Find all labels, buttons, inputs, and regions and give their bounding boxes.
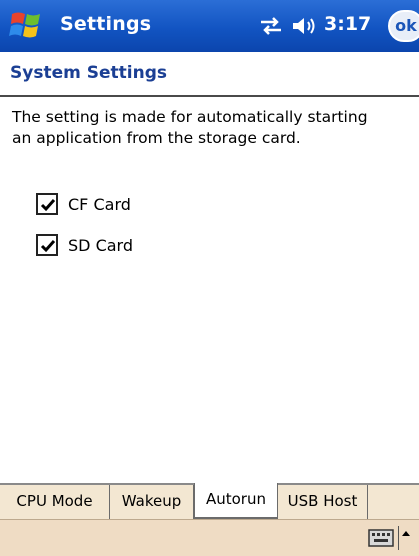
title-bar: Settings 3:17 ok [0, 0, 419, 52]
ok-button[interactable]: ok [388, 10, 419, 42]
header-divider [0, 95, 419, 97]
description-text: The setting is made for automatically st… [12, 108, 368, 147]
tab-autorun[interactable]: Autorun [194, 483, 278, 519]
bottom-menu-bar [0, 519, 419, 556]
sd-card-checkbox[interactable] [36, 234, 58, 256]
windows-flag-icon[interactable] [8, 8, 48, 44]
sd-card-label[interactable]: SD Card [68, 236, 133, 255]
speaker-icon[interactable] [290, 14, 318, 38]
keyboard-icon[interactable] [368, 529, 394, 547]
cf-card-option[interactable]: CF Card [36, 191, 131, 217]
page-header: System Settings [0, 52, 419, 96]
up-arrow-icon[interactable] [398, 526, 412, 550]
tab-strip: CPU Mode Wakeup Autorun USB Host [0, 483, 419, 519]
sd-card-option[interactable]: SD Card [36, 232, 133, 258]
cf-card-checkbox[interactable] [36, 193, 58, 215]
tab-cpu-mode[interactable]: CPU Mode [0, 485, 110, 519]
tab-usb-host[interactable]: USB Host [278, 485, 368, 519]
page-title: System Settings [10, 63, 167, 83]
connectivity-arrows-icon[interactable] [258, 15, 284, 37]
cf-card-label[interactable]: CF Card [68, 195, 131, 214]
clock[interactable]: 3:17 [324, 13, 371, 35]
tab-wakeup[interactable]: Wakeup [110, 485, 194, 519]
app-title: Settings [60, 13, 152, 35]
